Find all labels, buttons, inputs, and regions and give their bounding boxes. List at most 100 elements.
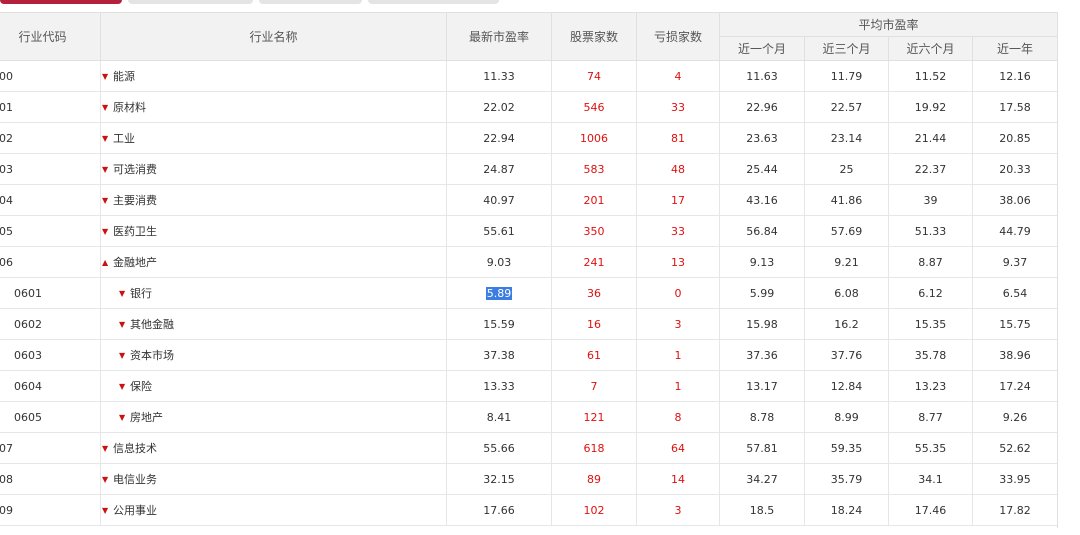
avg-3m-cell: 8.99 xyxy=(804,401,889,433)
table-body: 00 ▼ 能源 11.33 74 4 11.63 11.79 11.52 12.16 01 ▼ 原材料 2… xyxy=(0,60,1059,526)
industry-name-cell: ▼ 房地产 xyxy=(100,401,447,433)
latest-pe-cell: 24.87 xyxy=(446,153,552,185)
table-row[interactable]: 00 ▼ 能源 11.33 74 4 11.63 11.79 11.52 12.16 xyxy=(0,60,1059,92)
industry-name-cell: ▼ 可选消费 xyxy=(100,153,447,185)
latest-pe-cell: 32.15 xyxy=(446,463,552,495)
caret-down-icon[interactable]: ▼ xyxy=(119,413,130,422)
loss-count-cell: 13 xyxy=(636,246,720,278)
header-stock-count[interactable]: 股票家数 xyxy=(551,12,637,61)
table-row[interactable]: 07 ▼ 信息技术 55.66 618 64 57.81 59.35 55.35 52.62 xyxy=(0,432,1059,464)
avg-1y-cell: 38.06 xyxy=(971,184,1059,216)
tab-2[interactable] xyxy=(128,0,253,4)
avg-1m-cell: 56.84 xyxy=(719,215,805,247)
tab-4[interactable] xyxy=(368,0,499,4)
header-industry-code[interactable]: 行业代码 xyxy=(0,12,101,61)
avg-1y-cell: 17.58 xyxy=(971,91,1059,123)
industry-name[interactable]: 金融地产 xyxy=(113,256,157,269)
avg-6m-cell: 51.33 xyxy=(888,215,973,247)
table-row[interactable]: 0605 ▼ 房地产 8.41 121 8 8.78 8.99 8.77 9.26 xyxy=(0,401,1059,433)
caret-up-icon[interactable]: ▲ xyxy=(102,258,113,267)
header-loss-count[interactable]: 亏损家数 xyxy=(636,12,720,61)
table-row[interactable]: 02 ▼ 工业 22.94 1006 81 23.63 23.14 21.44 20.85 xyxy=(0,122,1059,154)
tab-active[interactable] xyxy=(0,0,122,4)
header-avg-1-month[interactable]: 近一个月 xyxy=(719,36,805,61)
latest-pe-cell: 9.03 xyxy=(446,246,552,278)
loss-count-cell: 81 xyxy=(636,122,720,154)
industry-code: 0605 xyxy=(0,401,101,433)
avg-1m-cell: 5.99 xyxy=(719,277,805,309)
industry-name[interactable]: 能源 xyxy=(113,70,135,83)
table-row[interactable]: 0602 ▼ 其他金融 15.59 16 3 15.98 16.2 15.35 15.75 xyxy=(0,308,1059,340)
industry-name[interactable]: 公用事业 xyxy=(113,504,157,517)
avg-3m-cell: 22.57 xyxy=(804,91,889,123)
caret-down-icon[interactable]: ▼ xyxy=(119,382,130,391)
table-row[interactable]: 05 ▼ 医药卫生 55.61 350 33 56.84 57.69 51.33 44.79 xyxy=(0,215,1059,247)
avg-1y-cell: 20.33 xyxy=(971,153,1059,185)
industry-name[interactable]: 其他金融 xyxy=(130,318,174,331)
industry-code: 08 xyxy=(0,463,101,495)
industry-name-cell: ▼ 资本市场 xyxy=(100,339,447,371)
header-industry-name[interactable]: 行业名称 xyxy=(100,12,447,61)
avg-3m-cell: 11.79 xyxy=(804,60,889,92)
header-avg-1-year[interactable]: 近一年 xyxy=(971,36,1059,61)
table-row[interactable]: 01 ▼ 原材料 22.02 546 33 22.96 22.57 19.92 17.58 xyxy=(0,91,1059,123)
caret-down-icon[interactable]: ▼ xyxy=(102,227,113,236)
stock-count-cell: 618 xyxy=(551,432,637,464)
stock-count-cell: 36 xyxy=(551,277,637,309)
caret-down-icon[interactable]: ▼ xyxy=(102,134,113,143)
industry-name[interactable]: 原材料 xyxy=(113,101,146,114)
header-avg-3-month[interactable]: 近三个月 xyxy=(804,36,889,61)
caret-down-icon[interactable]: ▼ xyxy=(102,165,113,174)
avg-1m-cell: 57.81 xyxy=(719,432,805,464)
caret-down-icon[interactable]: ▼ xyxy=(102,72,113,81)
industry-name[interactable]: 信息技术 xyxy=(113,442,157,455)
loss-count-cell: 1 xyxy=(636,339,720,371)
industry-name[interactable]: 电信业务 xyxy=(113,473,157,486)
industry-name[interactable]: 银行 xyxy=(130,287,152,300)
industry-name[interactable]: 可选消费 xyxy=(113,163,157,176)
table-row[interactable]: 04 ▼ 主要消费 40.97 201 17 43.16 41.86 39 38.06 xyxy=(0,184,1059,216)
header-avg-6-month[interactable]: 近六个月 xyxy=(888,36,973,61)
industry-code: 0601 xyxy=(0,277,101,309)
caret-down-icon[interactable]: ▼ xyxy=(102,506,113,515)
table-row[interactable]: 08 ▼ 电信业务 32.15 89 14 34.27 35.79 34.1 33.95 xyxy=(0,463,1059,495)
caret-down-icon[interactable]: ▼ xyxy=(119,351,130,360)
industry-code: 09 xyxy=(0,494,101,526)
avg-1m-cell: 9.13 xyxy=(719,246,805,278)
avg-3m-cell: 41.86 xyxy=(804,184,889,216)
table-row[interactable]: 0603 ▼ 资本市场 37.38 61 1 37.36 37.76 35.78 38.96 xyxy=(0,339,1059,371)
industry-name-cell: ▼ 主要消费 xyxy=(100,184,447,216)
avg-6m-cell: 6.12 xyxy=(888,277,973,309)
industry-name[interactable]: 工业 xyxy=(113,132,135,145)
table-row[interactable]: 0601 ▼ 银行 5.89 36 0 5.99 6.08 6.12 6.54 xyxy=(0,277,1059,309)
header-latest-pe[interactable]: 最新市盈率 xyxy=(446,12,552,61)
industry-name[interactable]: 保险 xyxy=(130,380,152,393)
stock-count-cell: 546 xyxy=(551,91,637,123)
caret-down-icon[interactable]: ▼ xyxy=(102,475,113,484)
avg-1y-cell: 15.75 xyxy=(971,308,1059,340)
industry-name[interactable]: 资本市场 xyxy=(130,349,174,362)
caret-down-icon[interactable]: ▼ xyxy=(102,103,113,112)
stock-count-cell: 16 xyxy=(551,308,637,340)
caret-down-icon[interactable]: ▼ xyxy=(119,289,130,298)
table-right-border xyxy=(1057,12,1058,528)
industry-name[interactable]: 主要消费 xyxy=(113,194,157,207)
table-row[interactable]: 09 ▼ 公用事业 17.66 102 3 18.5 18.24 17.46 17.82 xyxy=(0,494,1059,526)
industry-name[interactable]: 房地产 xyxy=(130,411,163,424)
avg-6m-cell: 13.23 xyxy=(888,370,973,402)
table-row[interactable]: 06 ▲ 金融地产 9.03 241 13 9.13 9.21 8.87 9.37 xyxy=(0,246,1059,278)
avg-1y-cell: 20.85 xyxy=(971,122,1059,154)
caret-down-icon[interactable]: ▼ xyxy=(102,196,113,205)
industry-code: 0603 xyxy=(0,339,101,371)
avg-1m-cell: 18.5 xyxy=(719,494,805,526)
industry-code: 0602 xyxy=(0,308,101,340)
table-row[interactable]: 03 ▼ 可选消费 24.87 583 48 25.44 25 22.37 20.33 xyxy=(0,153,1059,185)
table-row[interactable]: 0604 ▼ 保险 13.33 7 1 13.17 12.84 13.23 17.24 xyxy=(0,370,1059,402)
caret-down-icon[interactable]: ▼ xyxy=(102,444,113,453)
avg-1m-cell: 23.63 xyxy=(719,122,805,154)
caret-down-icon[interactable]: ▼ xyxy=(119,320,130,329)
stock-count-cell: 350 xyxy=(551,215,637,247)
industry-name[interactable]: 医药卫生 xyxy=(113,225,157,238)
tab-3[interactable] xyxy=(259,0,362,4)
industry-code: 06 xyxy=(0,246,101,278)
